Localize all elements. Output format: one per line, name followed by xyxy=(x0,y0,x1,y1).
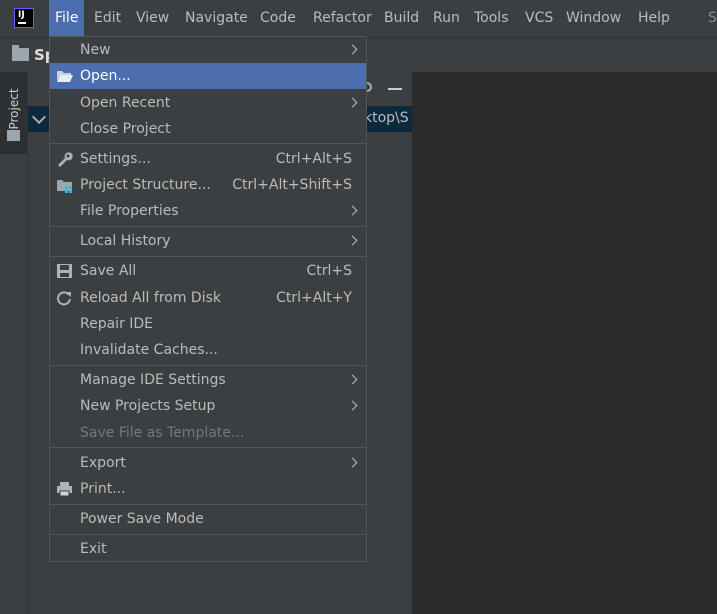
menu-item-new-projects-setup[interactable]: New Projects Setup xyxy=(50,393,366,419)
menu-item-new[interactable]: New xyxy=(50,37,366,63)
menu-item-label: Open Recent xyxy=(80,95,171,111)
menu-view[interactable]: View xyxy=(136,8,169,28)
menu-item-shortcut: Ctrl+S xyxy=(306,263,352,279)
window-title-fragment: S xyxy=(708,10,717,26)
minimize-icon[interactable] xyxy=(388,88,402,90)
menu-item-save-file-as-template: Save File as Template... xyxy=(50,420,366,446)
menu-item-label: File Properties xyxy=(80,203,179,219)
chevron-right-icon xyxy=(347,235,358,246)
menu-navigate[interactable]: Navigate xyxy=(185,8,248,28)
editor-area[interactable] xyxy=(412,72,717,614)
menu-refactor[interactable]: Refactor xyxy=(313,8,372,28)
left-tool-strip: Project xyxy=(0,72,28,614)
menu-item-label: Save File as Template... xyxy=(80,425,245,441)
menu-separator xyxy=(50,447,366,448)
menu-item-label: Settings... xyxy=(80,151,151,167)
menu-item-label: Open... xyxy=(80,68,131,84)
menu-item-reload-all[interactable]: Reload All from Disk Ctrl+Alt+Y xyxy=(50,285,366,311)
project-tool-tab[interactable]: Project xyxy=(0,72,27,154)
project-structure-icon xyxy=(57,180,72,193)
menu-separator xyxy=(50,143,366,144)
menu-help[interactable]: Help xyxy=(638,8,670,28)
folder-open-icon xyxy=(57,71,73,82)
menu-item-label: Invalidate Caches... xyxy=(80,342,218,358)
chevron-right-icon xyxy=(347,44,358,55)
menu-item-exit[interactable]: Exit xyxy=(50,536,366,562)
menu-separator xyxy=(50,256,366,257)
reload-icon xyxy=(57,291,71,306)
chevron-right-icon xyxy=(347,205,358,216)
menu-item-label: Print... xyxy=(80,481,126,497)
menu-vcs[interactable]: VCS xyxy=(525,8,553,28)
save-icon xyxy=(57,264,72,278)
folder-icon xyxy=(12,45,29,61)
menu-item-save-all[interactable]: Save All Ctrl+S xyxy=(50,258,366,284)
menu-item-label: Project Structure... xyxy=(80,177,211,193)
menu-item-print[interactable]: Print... xyxy=(50,476,366,502)
menu-item-label: New Projects Setup xyxy=(80,398,216,414)
menu-run[interactable]: Run xyxy=(433,8,460,28)
menu-file[interactable]: File xyxy=(49,0,85,37)
menu-item-shortcut: Ctrl+Alt+S xyxy=(275,151,352,167)
chevron-right-icon xyxy=(347,374,358,385)
chevron-right-icon xyxy=(347,400,358,411)
menu-item-label: Reload All from Disk xyxy=(80,290,221,306)
chevron-right-icon xyxy=(347,97,358,108)
menu-item-manage-ide-settings[interactable]: Manage IDE Settings xyxy=(50,367,366,393)
project-path: ktop\S xyxy=(364,110,409,126)
menu-item-label: Manage IDE Settings xyxy=(80,372,226,388)
menu-item-open-recent[interactable]: Open Recent xyxy=(50,90,366,116)
menu-item-label: Export xyxy=(80,455,126,471)
menu-item-shortcut: Ctrl+Alt+Shift+S xyxy=(232,177,352,193)
menu-item-label: Close Project xyxy=(80,121,171,137)
menu-item-invalidate-caches[interactable]: Invalidate Caches... xyxy=(50,337,366,363)
menu-item-repair-ide[interactable]: Repair IDE xyxy=(50,311,366,337)
menu-item-settings[interactable]: Settings... Ctrl+Alt+S xyxy=(50,146,366,172)
menu-item-label: Save All xyxy=(80,263,137,279)
menu-item-power-save-mode[interactable]: Power Save Mode xyxy=(50,506,366,532)
menu-separator xyxy=(50,226,366,227)
menu-item-label: Power Save Mode xyxy=(80,511,204,527)
wrench-icon xyxy=(58,152,73,167)
menu-item-close-project[interactable]: Close Project xyxy=(50,116,366,142)
menu-tools[interactable]: Tools xyxy=(474,8,509,28)
menu-separator xyxy=(50,504,366,505)
intellij-logo-icon: IJ xyxy=(14,8,34,28)
menu-code[interactable]: Code xyxy=(260,8,296,28)
chevron-down-icon[interactable] xyxy=(31,109,47,125)
menu-item-open[interactable]: Open... xyxy=(50,63,366,89)
print-icon xyxy=(57,482,72,497)
menu-item-local-history[interactable]: Local History xyxy=(50,228,366,254)
menu-item-label: Local History xyxy=(80,233,171,249)
menu-item-shortcut: Ctrl+Alt+Y xyxy=(276,290,352,306)
menu-edit[interactable]: Edit xyxy=(94,8,121,28)
folder-icon xyxy=(7,130,20,141)
menu-separator xyxy=(50,365,366,366)
menu-item-project-structure[interactable]: Project Structure... Ctrl+Alt+Shift+S xyxy=(50,172,366,198)
menu-build[interactable]: Build xyxy=(384,8,419,28)
main-menu-bar: IJ File Edit View Navigate Code Refactor… xyxy=(0,0,717,37)
menu-item-file-properties[interactable]: File Properties xyxy=(50,198,366,224)
menu-window[interactable]: Window xyxy=(566,8,621,28)
file-menu-dropdown: New Open... Open Recent Close Project Se… xyxy=(49,36,367,562)
menu-item-label: New xyxy=(80,42,111,58)
menu-item-label: Exit xyxy=(80,541,107,557)
chevron-right-icon xyxy=(347,457,358,468)
menu-item-export[interactable]: Export xyxy=(50,450,366,476)
menu-item-label: Repair IDE xyxy=(80,316,154,332)
menu-separator xyxy=(50,534,366,535)
